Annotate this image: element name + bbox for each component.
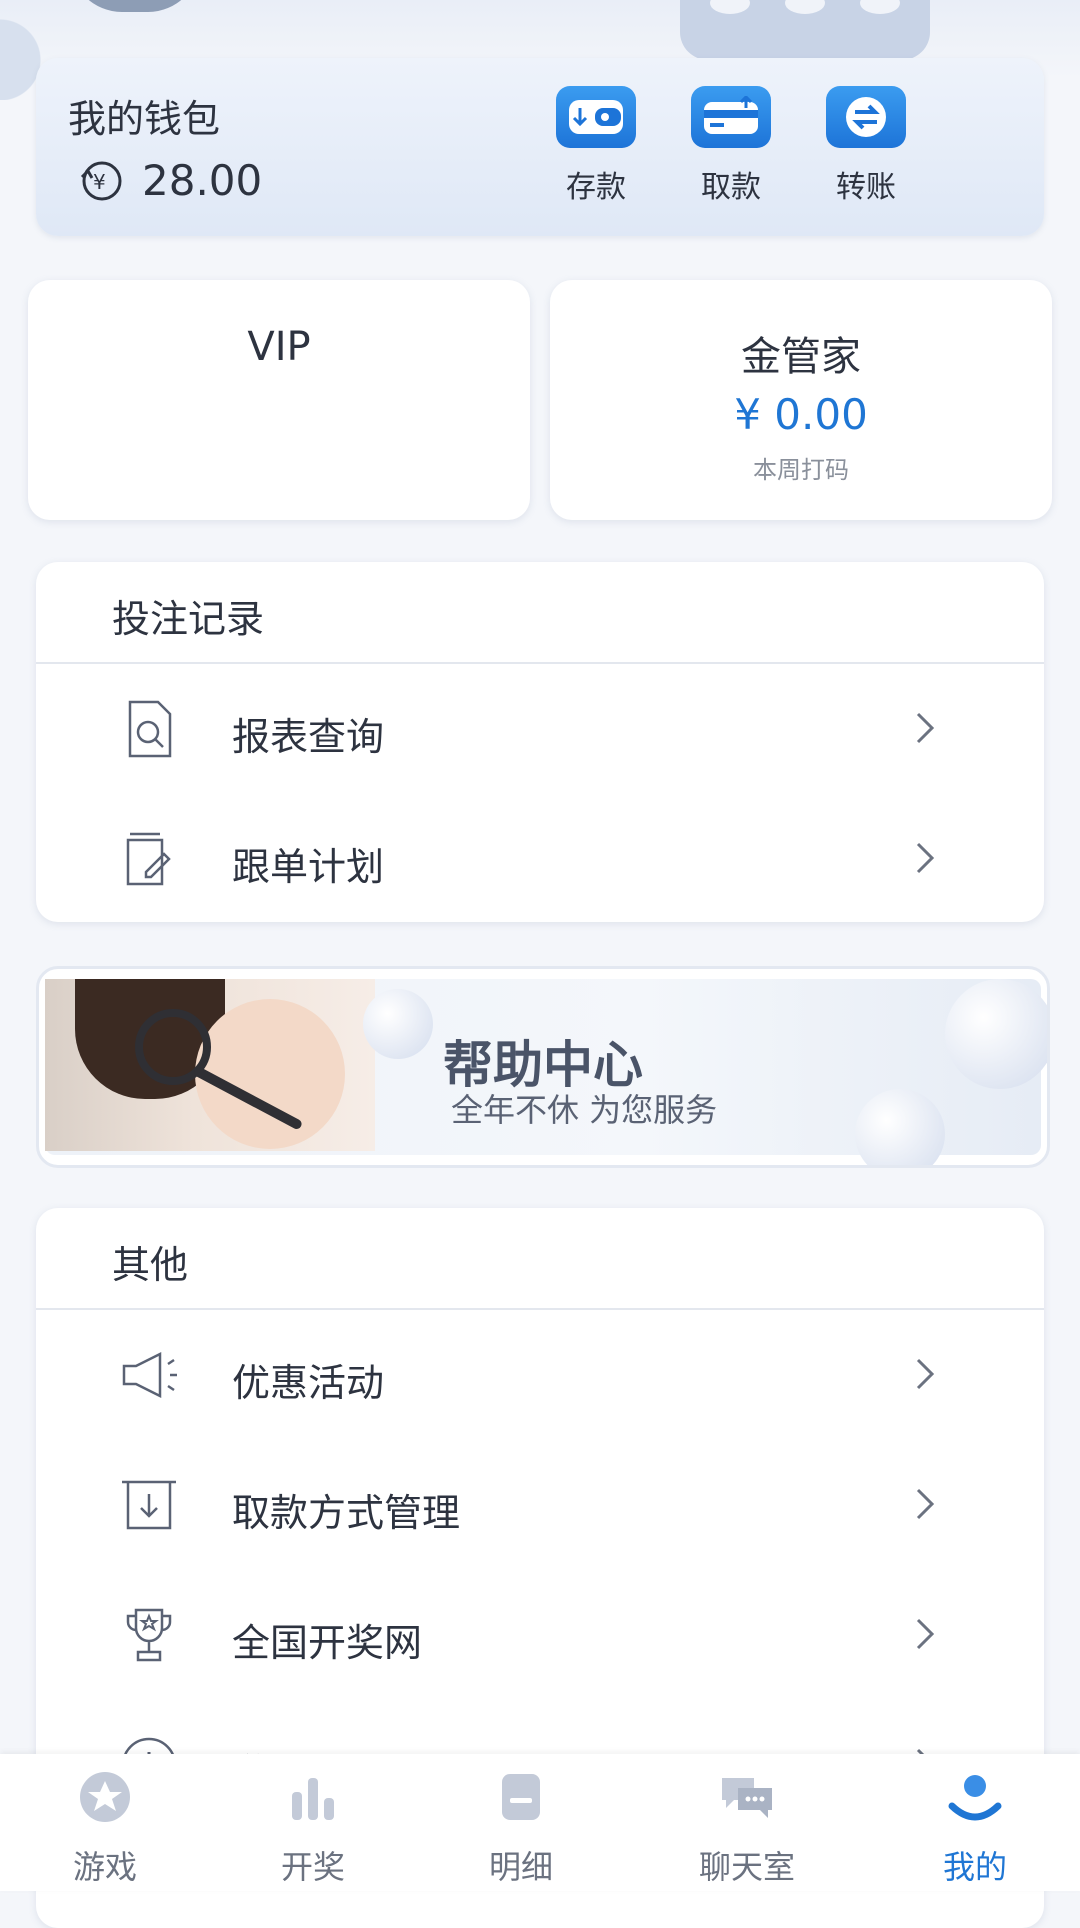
deposit-label: 存款 <box>566 170 626 205</box>
withdraw-label: 取款 <box>701 170 761 205</box>
transfer-label: 转账 <box>836 170 896 205</box>
gold-butler-title: 金管家 <box>741 334 861 380</box>
banner-background: 帮助中心 全年不休 为您服务 <box>45 979 1047 1165</box>
menu-item-label: 报表查询 <box>232 715 385 759</box>
menu-item-national-lottery[interactable]: 全国开奖网 <box>36 1580 1044 1690</box>
bet-records-section: 投注记录 报表查询 跟单计划 <box>36 562 1044 922</box>
trophy-icon <box>126 1608 172 1662</box>
help-center-banner[interactable]: 帮助中心 全年不休 为您服务 <box>36 966 1050 1168</box>
decorative-dice <box>680 0 930 60</box>
bottom-tab-bar: 游戏 开奖 明细 聊天室 我的 <box>0 1754 1080 1891</box>
deposit-button[interactable]: 存款 <box>546 86 646 206</box>
balance-amount: 28.00 <box>142 156 263 205</box>
gold-butler-card[interactable]: 金管家 ¥ 0.00 本周打码 <box>550 280 1052 520</box>
svg-text:¥: ¥ <box>93 170 106 194</box>
menu-item-label: 全国开奖网 <box>232 1621 423 1665</box>
wallet-panel: 我的钱包 ¥ 28.00 存款 取款 转账 <box>36 58 1044 236</box>
tab-label: 开奖 <box>280 1848 345 1886</box>
tab-label: 游戏 <box>72 1848 137 1886</box>
menu-item-withdraw-methods[interactable]: 取款方式管理 <box>36 1450 1044 1560</box>
chevron-right-icon <box>916 712 935 744</box>
tab-details[interactable]: 明细 <box>446 1770 596 1888</box>
help-subtitle: 全年不休 为您服务 <box>451 1091 718 1129</box>
decorative-ball <box>363 989 433 1059</box>
chevron-right-icon <box>916 1358 935 1390</box>
divider <box>36 1308 1044 1310</box>
transfer-icon <box>826 86 906 148</box>
tab-games[interactable]: 游戏 <box>30 1770 180 1888</box>
chevron-right-icon <box>916 1488 935 1520</box>
switch-badge[interactable] <box>70 0 200 12</box>
chevron-right-icon <box>916 842 935 874</box>
withdraw-method-icon <box>122 1480 176 1530</box>
tab-chatroom[interactable]: 聊天室 <box>672 1770 822 1888</box>
wallet-title: 我的钱包 <box>68 97 221 141</box>
vip-title: VIP <box>247 324 311 370</box>
user-icon <box>948 1770 1002 1824</box>
gold-butler-sub: 本周打码 <box>753 456 849 484</box>
gold-butler-amount: ¥ 0.00 <box>734 390 868 439</box>
withdraw-card-icon <box>691 86 771 148</box>
decorative-ball <box>945 979 1047 1089</box>
withdraw-button[interactable]: 取款 <box>681 86 781 206</box>
menu-item-report[interactable]: 报表查询 <box>36 674 1044 784</box>
chat-icon <box>720 1770 774 1824</box>
vip-card[interactable]: VIP <box>28 280 530 520</box>
refresh-balance-icon[interactable]: ¥ <box>76 157 128 205</box>
section-title: 投注记录 <box>112 597 265 641</box>
menu-item-promotions[interactable]: 优惠活动 <box>36 1320 1044 1430</box>
section-title: 其他 <box>112 1243 189 1287</box>
tab-mine[interactable]: 我的 <box>900 1770 1050 1888</box>
bar-chart-icon <box>286 1770 340 1824</box>
menu-item-label: 优惠活动 <box>232 1361 385 1405</box>
chevron-right-icon <box>916 1618 935 1650</box>
menu-item-label: 取款方式管理 <box>232 1491 461 1535</box>
ledger-icon <box>494 1770 548 1824</box>
decorative-ball <box>855 1089 945 1165</box>
deposit-wallet-icon <box>556 86 636 148</box>
wallet-balance: ¥ 28.00 <box>76 156 262 205</box>
menu-item-follow-plan[interactable]: 跟单计划 <box>36 804 1044 914</box>
divider <box>36 662 1044 664</box>
tab-lottery-results[interactable]: 开奖 <box>238 1770 388 1888</box>
tab-label: 明细 <box>488 1848 553 1886</box>
follow-plan-icon <box>126 832 171 886</box>
support-agent-image <box>45 979 375 1151</box>
menu-item-label: 跟单计划 <box>232 845 385 889</box>
transfer-button[interactable]: 转账 <box>816 86 916 206</box>
tab-label: 我的 <box>942 1848 1007 1886</box>
tab-label: 聊天室 <box>698 1848 795 1886</box>
star-icon <box>78 1770 132 1824</box>
report-search-icon <box>128 700 172 758</box>
megaphone-icon <box>122 1351 177 1399</box>
